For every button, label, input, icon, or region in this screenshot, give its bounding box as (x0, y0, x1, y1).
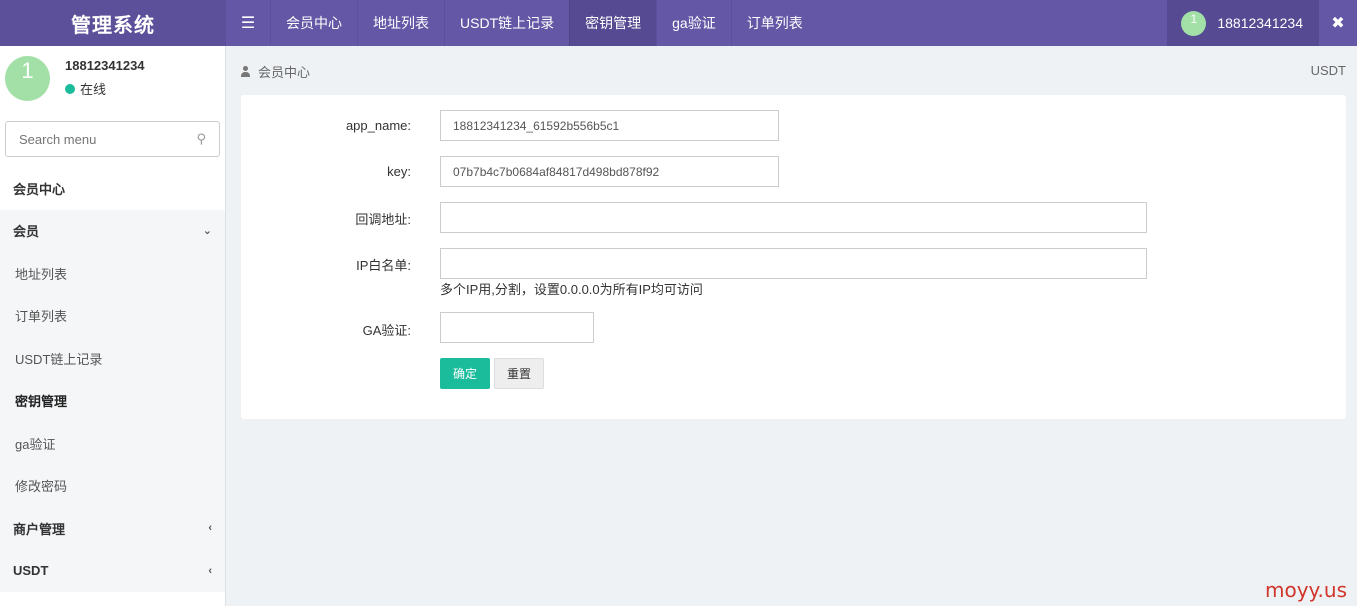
ga-code-input[interactable] (440, 312, 594, 343)
callback-url-input[interactable] (440, 202, 1147, 233)
search-icon[interactable]: ⚲ (196, 131, 206, 147)
sidebar-item-order-list[interactable]: 订单列表 (0, 294, 225, 337)
sidebar-item-label: 会员 (13, 224, 40, 240)
ga-verify-label: GA验证: (362, 323, 411, 338)
watermark: moyy.us (1265, 578, 1347, 602)
sidebar-item-label: USDT (13, 563, 49, 579)
ip-whitelist-hint: 多个IP用,分割，设置0.0.0.0为所有IP均可访问 (440, 282, 703, 297)
app-name-label: app_name: (345, 118, 411, 133)
reset-button[interactable]: 重置 (494, 358, 544, 389)
sidebar: 1 18812341234 在线 ⚲ 会员中心 会员 ⌄ 地址列表 订单列表 U… (0, 46, 226, 606)
user-panel: 1 18812341234 在线 (0, 46, 225, 110)
ip-whitelist-input[interactable] (440, 248, 1147, 279)
breadcrumb: 会员中心 (241, 62, 310, 81)
nav-item-key-management[interactable]: 密钥管理 (569, 0, 657, 46)
sidebar-item-label: ga验证 (15, 436, 56, 452)
submit-button[interactable]: 确定 (440, 358, 490, 389)
sidebar-item-label: 会员中心 (13, 181, 66, 197)
avatar: 1 (1181, 10, 1207, 36)
user-info: 18812341234 在线 (65, 58, 145, 98)
nav-item-usdt-records[interactable]: USDT链上记录 (444, 0, 569, 46)
user-name: 18812341234 (65, 58, 145, 73)
status-text: 在线 (80, 82, 107, 97)
nav-item-ga-verify[interactable]: ga验证 (656, 0, 731, 46)
chevron-down-icon: ⌄ (202, 225, 212, 238)
search-input[interactable] (19, 131, 169, 147)
callback-label: 回调地址: (355, 212, 411, 227)
sidebar-item-ga-verify[interactable]: ga验证 (0, 422, 225, 465)
user-icon (241, 66, 250, 77)
sidebar-item-merchant-management[interactable]: 商户管理 ‹ (0, 507, 225, 550)
online-dot-icon (65, 83, 75, 94)
avatar: 1 (5, 55, 50, 101)
top-nav: 会员中心 地址列表 USDT链上记录 密钥管理 ga验证 订单列表 (270, 0, 818, 46)
user-status: 在线 (65, 79, 145, 98)
top-right-area: 1 18812341234 ✖ (1167, 0, 1357, 46)
key-field[interactable]: 07b7b4c7b0684af84817d498bd878f92 (440, 156, 779, 187)
chevron-left-icon: ‹ (208, 564, 212, 577)
expand-icon[interactable]: ✖ (1319, 0, 1357, 46)
sidebar-item-label: 商户管理 (13, 521, 66, 537)
nav-item-order-list[interactable]: 订单列表 (730, 0, 818, 46)
sidebar-item-label: 地址列表 (15, 266, 68, 282)
app-name-field[interactable]: 18812341234_61592b556b5c1 (440, 110, 779, 141)
hamburger-icon[interactable]: ☰ (226, 0, 270, 46)
nav-item-member-center[interactable]: 会员中心 (270, 0, 357, 46)
key-label: key: (387, 164, 411, 179)
brand-title[interactable]: 管理系统 (0, 0, 226, 46)
sidebar-item-member-center[interactable]: 会员中心 (0, 167, 225, 210)
sidebar-item-label: USDT链上记录 (15, 351, 103, 367)
chevron-left-icon: ‹ (208, 522, 212, 535)
sidebar-item-member[interactable]: 会员 ⌄ (0, 209, 225, 252)
sidebar-item-label: 修改密码 (15, 479, 68, 495)
sidebar-item-key-management[interactable]: 密钥管理 (0, 379, 225, 422)
sidebar-item-address-list[interactable]: 地址列表 (0, 252, 225, 295)
breadcrumb-right: USDT (1310, 63, 1346, 78)
sidebar-item-usdt[interactable]: USDT ‹ (0, 549, 225, 592)
search-box: ⚲ (5, 121, 220, 157)
top-user-name: 18812341234 (1217, 15, 1303, 31)
nav-item-address-list[interactable]: 地址列表 (357, 0, 444, 46)
top-bar: 管理系统 ☰ 会员中心 地址列表 USDT链上记录 密钥管理 ga验证 订单列表… (0, 0, 1357, 46)
form-card: app_name: 18812341234_61592b556b5c1 key:… (241, 95, 1346, 419)
breadcrumb-text[interactable]: 会员中心 (258, 62, 310, 81)
sidebar-item-usdt-records[interactable]: USDT链上记录 (0, 337, 225, 380)
sidebar-item-change-password[interactable]: 修改密码 (0, 464, 225, 507)
ip-whitelist-label: IP白名单: (356, 258, 411, 273)
sidebar-item-label: 订单列表 (15, 309, 68, 325)
sidebar-item-label: 密钥管理 (15, 394, 68, 410)
top-user-menu[interactable]: 1 18812341234 (1167, 0, 1319, 46)
